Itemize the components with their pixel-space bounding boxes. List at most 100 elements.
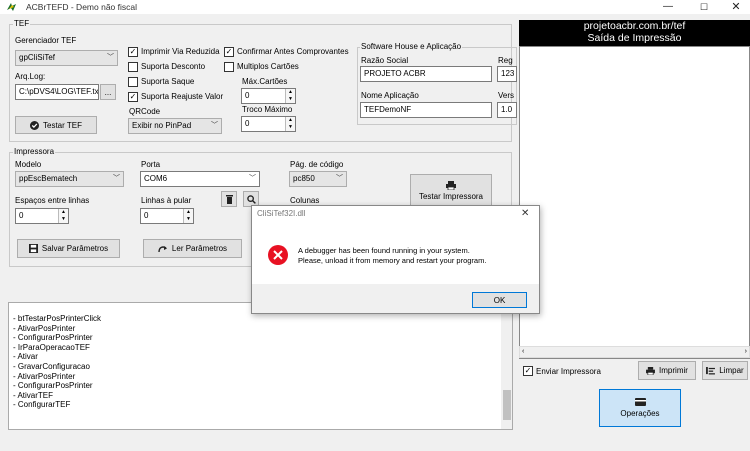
- imprimir-button[interactable]: Imprimir: [638, 361, 696, 380]
- dialog-message: A debugger has been found running in you…: [298, 246, 486, 266]
- imprimir-via-reduzida-checkbox[interactable]: ✓: [128, 47, 138, 57]
- pag-codigo-select[interactable]: pc850 ﹀: [289, 171, 347, 187]
- confirmar-antes-label: Confirmar Antes Comprovantes: [237, 47, 349, 56]
- app-logo-icon: [7, 3, 16, 11]
- chevron-down-icon: ﹀: [249, 175, 256, 182]
- redo-arrow-icon: [158, 246, 167, 253]
- porta-value: COM6: [144, 174, 168, 183]
- ok-button[interactable]: OK: [472, 292, 527, 308]
- versao-label: Vers: [498, 91, 515, 100]
- linhas-pular-label: Linhas à pular: [141, 196, 192, 205]
- razao-social-label: Razão Social: [361, 56, 409, 65]
- espacos-label: Espaços entre linhas: [15, 196, 90, 205]
- minimize-button[interactable]: —: [654, 0, 682, 14]
- colunas-label: Colunas: [290, 196, 320, 205]
- linhas-pular-value: 0: [144, 211, 149, 220]
- espacos-spinner[interactable]: 0 ▲ ▼: [15, 208, 69, 224]
- gerenciador-value: gpCliSiTef: [19, 53, 56, 62]
- operacoes-button[interactable]: Operações: [599, 389, 681, 427]
- impressora-group-label: Impressora: [13, 147, 56, 156]
- nome-aplicacao-label: Nome Aplicação: [361, 91, 419, 100]
- max-cartoes-spinner[interactable]: 0 ▲ ▼: [241, 88, 296, 104]
- log-scrollbar-thumb[interactable]: [503, 390, 511, 420]
- log-line: - ConfigurarTEF: [13, 400, 71, 410]
- log-line: - AtivarTEF: [13, 390, 54, 400]
- modelo-label: Modelo: [15, 160, 42, 169]
- linhas-pular-spinner[interactable]: 0 ▲ ▼: [140, 208, 194, 224]
- suporta-reajuste-valor-checkbox[interactable]: ✓: [128, 92, 138, 102]
- suporta-desconto-checkbox[interactable]: [128, 62, 138, 72]
- nome-aplicacao-input[interactable]: TEFDemoNF: [360, 102, 492, 118]
- window-title: ACBrTEFD - Demo não fiscal: [26, 2, 137, 12]
- chevron-down-icon: ﹀: [336, 175, 343, 182]
- save-icon: [28, 244, 38, 253]
- testar-impressora-label: Testar Impressora: [418, 192, 484, 201]
- max-cartoes-label: Máx.Cartões: [242, 77, 288, 86]
- log-line: - IrParaOperacaoTEF: [13, 342, 90, 352]
- log-line: - ConfigurarPosPrinter: [13, 381, 93, 391]
- dialog-title: CliSiTef32I.dll: [257, 209, 306, 218]
- dialog-message-line1: A debugger has been found running in you…: [298, 246, 470, 255]
- cash-drawer-button[interactable]: [221, 191, 237, 207]
- trash-icon: [225, 195, 233, 204]
- limpar-label: Limpar: [719, 366, 744, 375]
- scroll-right-icon[interactable]: ›: [745, 348, 747, 355]
- multiplos-cartoes-checkbox[interactable]: [224, 62, 234, 72]
- log-line: - AtivarPosPrinter: [13, 323, 76, 333]
- maximize-button[interactable]: ☐: [690, 0, 718, 14]
- qrcode-label: QRCode: [129, 107, 161, 116]
- operacoes-label: Operações: [620, 409, 660, 418]
- suporta-saque-checkbox[interactable]: [128, 77, 138, 87]
- suporta-desconto-label: Suporta Desconto: [141, 62, 206, 71]
- print-horizontal-scrollbar[interactable]: ‹ ›: [519, 346, 750, 358]
- dialog-close-button[interactable]: ✕: [521, 208, 529, 219]
- spin-arrows-icon[interactable]: ▲ ▼: [183, 209, 193, 223]
- multiplos-cartoes-label: Multiplos Cartões: [237, 62, 299, 71]
- limpar-button[interactable]: Limpar: [702, 361, 748, 380]
- log-line: - AtivarPosPrinter: [13, 371, 76, 381]
- scroll-left-icon[interactable]: ‹: [522, 348, 524, 355]
- testar-impressora-button[interactable]: Testar Impressora: [410, 174, 492, 208]
- close-window-button[interactable]: ✕: [722, 0, 750, 14]
- enviar-impressora-checkbox[interactable]: ✓: [523, 366, 533, 376]
- ler-parametros-button[interactable]: Ler Parâmetros: [143, 239, 242, 258]
- modelo-select[interactable]: ppEscBematech ﹀: [15, 171, 124, 187]
- confirmar-antes-checkbox[interactable]: ✓: [224, 47, 234, 57]
- troco-maximo-value: 0: [245, 119, 250, 128]
- imprimir-label: Imprimir: [659, 366, 688, 375]
- salvar-parametros-button[interactable]: Salvar Parâmetros: [17, 239, 120, 258]
- log-textarea[interactable]: - btTestarPosPrinterClick - AtivarPosPri…: [8, 302, 513, 430]
- troco-maximo-spinner[interactable]: 0 ▲ ▼: [241, 116, 296, 132]
- qrcode-select[interactable]: Exibir no PinPad ﹀: [128, 118, 222, 134]
- clear-lines-icon: [706, 366, 716, 374]
- espacos-value: 0: [19, 211, 24, 220]
- spin-arrows-icon[interactable]: ▲ ▼: [58, 209, 68, 223]
- spin-arrows-icon[interactable]: ▲ ▼: [285, 89, 295, 103]
- credit-card-icon: [634, 398, 646, 406]
- testar-tef-label: Testar TEF: [43, 120, 82, 130]
- imprimir-via-reduzida-label: Imprimir Via Reduzida: [141, 47, 220, 56]
- print-output-area[interactable]: [519, 46, 750, 359]
- dialog-message-line2: Please, unload it from memory and restar…: [298, 256, 487, 265]
- troco-maximo-label: Troco Máximo: [242, 105, 293, 114]
- spin-arrows-icon[interactable]: ▲ ▼: [285, 117, 295, 131]
- chevron-down-icon: ﹀: [113, 175, 120, 182]
- qrcode-value: Exibir no PinPad: [132, 121, 192, 130]
- porta-select[interactable]: COM6 ﹀: [140, 171, 260, 187]
- chevron-down-icon: ﹀: [211, 122, 218, 129]
- log-line: - btTestarPosPrinterClick: [13, 314, 102, 323]
- printer-icon: [646, 366, 655, 375]
- print-output-title: Saída de Impressão: [587, 32, 682, 44]
- check-circle-icon: [30, 120, 39, 130]
- arqlog-input[interactable]: C:\pDVS4\LOG\TEF.txt: [15, 84, 99, 100]
- razao-social-input[interactable]: PROJETO ACBR: [360, 66, 492, 82]
- gerenciador-select[interactable]: gpCliSiTef ﹀: [15, 50, 118, 66]
- reg-input[interactable]: 123: [497, 66, 517, 82]
- printer-icon: [446, 181, 456, 190]
- browse-button[interactable]: ...: [100, 84, 116, 100]
- versao-input[interactable]: 1.0: [497, 102, 517, 118]
- porta-label: Porta: [141, 160, 161, 169]
- log-line: - ConfigurarPosPrinter: [13, 333, 93, 343]
- testar-tef-button[interactable]: Testar TEF: [15, 116, 97, 134]
- ler-parametros-label: Ler Parâmetros: [171, 244, 228, 253]
